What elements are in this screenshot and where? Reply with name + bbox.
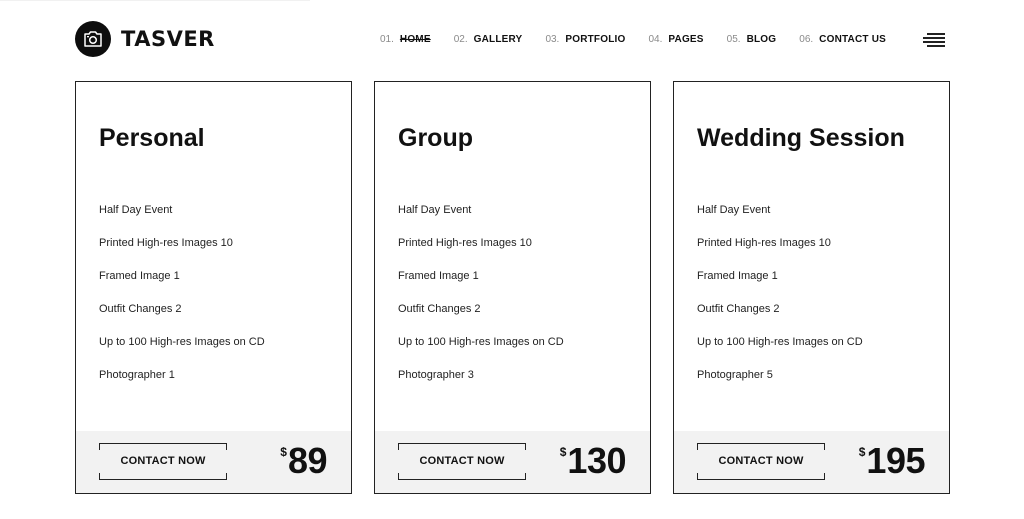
feature-list: Half Day Event Printed High-res Images 1…	[697, 202, 863, 400]
logo[interactable]: TASVER	[75, 21, 215, 57]
feature-item: Photographer 5	[697, 369, 773, 381]
feature-item: Up to 100 High-res Images on CD	[99, 336, 265, 348]
nav-item-blog[interactable]: 05. BLOG	[727, 34, 777, 45]
button-label: CONTACT NOW	[419, 455, 505, 467]
brand-name: TASVER	[121, 27, 215, 51]
price-value: 130	[567, 440, 626, 481]
nav-item-gallery[interactable]: 02. GALLERY	[454, 34, 523, 45]
feature-item: Half Day Event	[99, 204, 173, 216]
feature-item: Framed Image 1	[99, 270, 180, 282]
feature-item: Half Day Event	[398, 204, 472, 216]
plan-title: Group	[398, 124, 473, 152]
nav-number: 06.	[799, 34, 814, 45]
nav-number: 03.	[545, 34, 560, 45]
nav-number: 01.	[380, 34, 394, 45]
pricing-card-wedding-session: Wedding Session Half Day Event Printed H…	[673, 81, 950, 494]
feature-item: Printed High-res Images 10	[697, 237, 831, 249]
card-footer: CONTACT NOW $ 89	[76, 431, 351, 493]
feature-item: Framed Image 1	[398, 270, 479, 282]
feature-item: Half Day Event	[697, 204, 771, 216]
hamburger-line	[923, 41, 945, 43]
pricing-cards: Personal Half Day Event Printed High-res…	[75, 81, 951, 494]
top-divider	[0, 0, 310, 1]
feature-item: Outfit Changes 2	[99, 303, 182, 315]
feature-item: Up to 100 High-res Images on CD	[398, 336, 564, 348]
nav-label[interactable]: PORTFOLIO	[565, 34, 625, 45]
main-nav: 01. HOME 02. GALLERY 03. PORTFOLIO 04. P…	[380, 34, 909, 45]
price-currency: $	[559, 445, 567, 459]
button-label: CONTACT NOW	[718, 455, 804, 467]
price: $ 195	[858, 440, 926, 481]
feature-list: Half Day Event Printed High-res Images 1…	[99, 202, 265, 400]
feature-item: Outfit Changes 2	[697, 303, 780, 315]
pricing-card-group: Group Half Day Event Printed High-res Im…	[374, 81, 651, 494]
price: $ 89	[280, 441, 327, 481]
nav-label[interactable]: GALLERY	[474, 34, 523, 45]
nav-label[interactable]: HOME	[400, 34, 431, 45]
pricing-card-personal: Personal Half Day Event Printed High-res…	[75, 81, 352, 494]
contact-now-button[interactable]: CONTACT NOW	[697, 443, 825, 480]
nav-number: 04.	[648, 34, 663, 45]
card-footer: CONTACT NOW $ 195	[674, 431, 949, 493]
feature-item: Framed Image 1	[697, 270, 778, 282]
nav-label[interactable]: PAGES	[668, 34, 703, 45]
nav-item-pages[interactable]: 04. PAGES	[648, 34, 703, 45]
nav-item-home[interactable]: 01. HOME	[380, 34, 431, 45]
nav-number: 02.	[453, 34, 468, 45]
card-footer: CONTACT NOW $ 130	[375, 431, 650, 493]
nav-label[interactable]: CONTACT US	[819, 34, 886, 45]
nav-item-contact-us[interactable]: 06. CONTACT US	[799, 34, 886, 45]
feature-item: Printed High-res Images 10	[398, 237, 532, 249]
price-currency: $	[280, 445, 287, 459]
nav-item-portfolio[interactable]: 03. PORTFOLIO	[545, 34, 625, 45]
nav-label[interactable]: BLOG	[747, 34, 777, 45]
price-value: 195	[866, 440, 925, 481]
feature-item: Up to 100 High-res Images on CD	[697, 336, 863, 348]
button-label: CONTACT NOW	[120, 455, 206, 467]
hamburger-line	[927, 33, 945, 35]
hamburger-icon[interactable]	[923, 33, 945, 47]
feature-item: Photographer 3	[398, 369, 474, 381]
contact-now-button[interactable]: CONTACT NOW	[398, 443, 526, 480]
feature-list: Half Day Event Printed High-res Images 1…	[398, 202, 564, 400]
price-value: 89	[287, 440, 328, 481]
price: $ 130	[559, 440, 627, 481]
nav-number: 05.	[726, 34, 741, 45]
plan-title: Wedding Session	[697, 124, 905, 152]
site-header: TASVER 01. HOME 02. GALLERY 03. PORTFOLI…	[75, 21, 949, 59]
camera-icon	[75, 21, 111, 57]
feature-item: Outfit Changes 2	[398, 303, 481, 315]
feature-item: Photographer 1	[99, 369, 175, 381]
plan-title: Personal	[99, 124, 205, 152]
hamburger-line	[927, 45, 945, 47]
feature-item: Printed High-res Images 10	[99, 237, 233, 249]
contact-now-button[interactable]: CONTACT NOW	[99, 443, 227, 480]
price-currency: $	[858, 445, 866, 459]
hamburger-line	[923, 37, 945, 39]
